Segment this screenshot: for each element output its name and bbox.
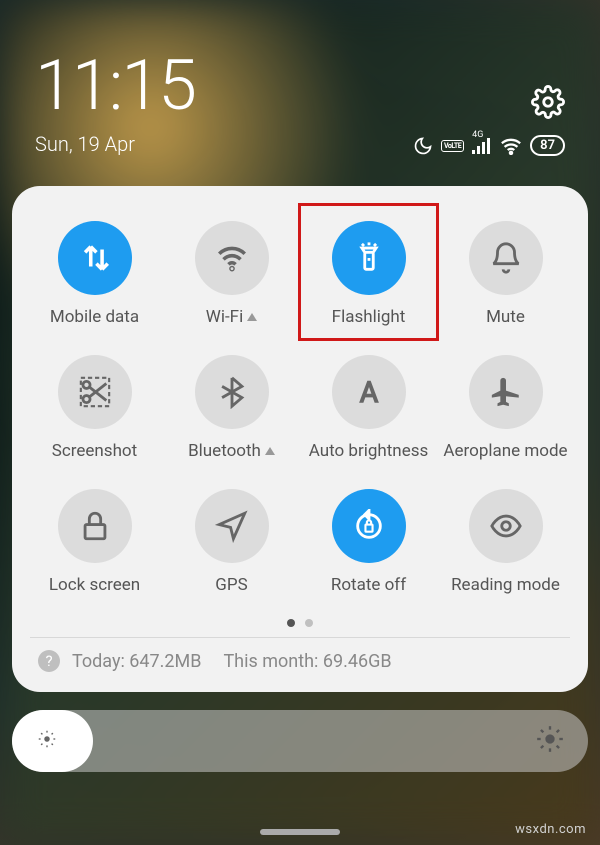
bluetooth-icon (195, 355, 269, 429)
wifi-status-icon (500, 137, 522, 155)
nav-arrow-icon (195, 489, 269, 563)
tile-label: Bluetooth (188, 441, 275, 461)
tile-flashlight[interactable]: Flashlight (304, 221, 433, 327)
sun-high-icon (536, 725, 564, 757)
tile-label: Screenshot (52, 441, 137, 461)
mobile-signal-icon: 4G (472, 138, 492, 154)
rotate-lock-icon (332, 489, 406, 563)
settings-icon[interactable] (531, 85, 565, 123)
data-usage-row[interactable]: ? Today: 647.2MB This month: 69.46GB (30, 650, 570, 672)
tile-screenshot[interactable]: Screenshot (30, 355, 159, 461)
usage-today: Today: 647.2MB (72, 651, 201, 672)
plane-icon (469, 355, 543, 429)
tile-reading[interactable]: Reading mode (441, 489, 570, 595)
tile-wifi[interactable]: Wi-Fi (167, 221, 296, 327)
tile-label: Flashlight (332, 307, 406, 327)
eye-icon (469, 489, 543, 563)
pager-dot (305, 619, 313, 627)
page-indicator (30, 619, 570, 627)
tile-aeroplane[interactable]: Aeroplane mode (441, 355, 570, 461)
tile-label: Mobile data (50, 307, 139, 327)
tile-auto-brightness[interactable]: Auto brightness (304, 355, 433, 461)
tile-rotate[interactable]: Rotate off (304, 489, 433, 595)
quick-settings-panel: Mobile data Wi-Fi Flashlight Mute Screenshot… (12, 186, 588, 692)
home-handle[interactable] (260, 829, 340, 835)
status-bar: 11:15 Sun, 19 Apr VoLTE 4G 87 (0, 0, 600, 171)
tile-mute[interactable]: Mute (441, 221, 570, 327)
wifi-icon (195, 221, 269, 295)
tile-label: Reading mode (451, 575, 560, 595)
divider (30, 637, 570, 638)
lock-icon (58, 489, 132, 563)
tile-label: Aeroplane mode (443, 441, 567, 461)
info-icon: ? (38, 650, 60, 672)
date-label: Sun, 19 Apr (35, 132, 135, 156)
tile-label: Rotate off (331, 575, 406, 595)
watermark: wsxdn.com (515, 822, 586, 837)
tile-label: GPS (215, 575, 247, 595)
volte-icon: VoLTE (441, 140, 464, 152)
dropdown-indicator (247, 313, 257, 321)
flashlight-icon (332, 221, 406, 295)
clock: 11:15 (35, 45, 565, 127)
tile-bluetooth[interactable]: Bluetooth (167, 355, 296, 461)
tile-mobile-data[interactable]: Mobile data (30, 221, 159, 327)
dnd-icon (413, 136, 433, 156)
tile-label: Mute (486, 307, 525, 327)
tile-lock-screen[interactable]: Lock screen (30, 489, 159, 595)
status-indicators: VoLTE 4G 87 (413, 135, 565, 156)
tile-label: Lock screen (49, 575, 140, 595)
scissors-icon (58, 355, 132, 429)
data-arrows-icon (58, 221, 132, 295)
tile-label: Auto brightness (309, 441, 429, 461)
brightness-slider[interactable] (12, 710, 588, 772)
sun-low-icon (36, 728, 58, 754)
tile-label: Wi-Fi (206, 307, 257, 327)
pager-dot (287, 619, 295, 627)
dropdown-indicator (265, 447, 275, 455)
tile-gps[interactable]: GPS (167, 489, 296, 595)
usage-month: This month: 69.46GB (223, 651, 391, 672)
bell-icon (469, 221, 543, 295)
battery-indicator: 87 (530, 135, 565, 156)
letter-a-icon (332, 355, 406, 429)
